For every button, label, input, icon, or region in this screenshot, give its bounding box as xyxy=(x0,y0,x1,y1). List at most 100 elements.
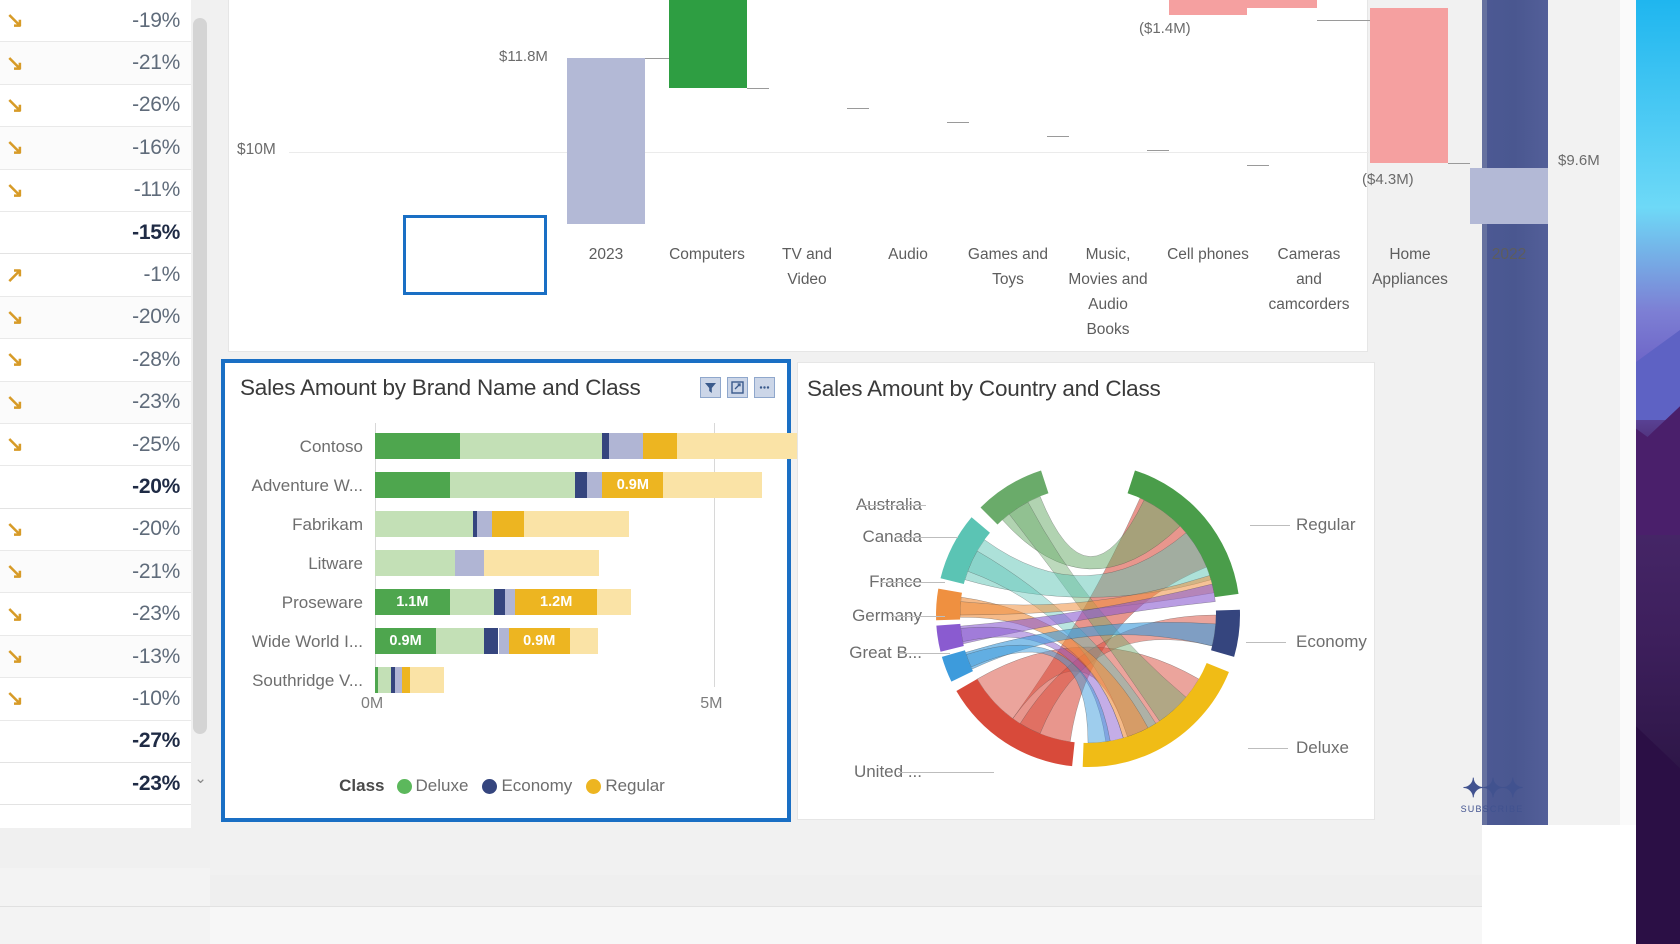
x-axis-category-label[interactable]: Home Appliances xyxy=(1364,242,1456,292)
x-axis-category-label[interactable]: Cameras and camcorders xyxy=(1263,242,1355,317)
x-axis-category-label[interactable]: 2023 xyxy=(567,242,645,267)
chevron-down-icon[interactable]: ⌄ xyxy=(193,768,208,790)
bar-segment[interactable] xyxy=(643,433,677,459)
bar-category-label[interactable]: Contoso xyxy=(300,437,363,457)
bar-segment[interactable] xyxy=(455,550,484,576)
selected-category-highlight[interactable] xyxy=(403,215,547,295)
table-row[interactable]: ↘ -11% xyxy=(0,169,191,212)
bar-segment[interactable] xyxy=(491,511,525,537)
x-axis-category-label[interactable]: Computers xyxy=(659,242,755,267)
chord-node-arc[interactable] xyxy=(936,623,964,652)
variance-table[interactable]: ↘ -19% ↘ -21% ↘ -26% ↘ -16% ↘ -11% -15% ↗ -1% ↘ -20% ↘ -… xyxy=(0,0,191,828)
bar-segment[interactable] xyxy=(524,511,630,537)
bar-segment[interactable] xyxy=(587,472,603,498)
table-row[interactable]: -20% xyxy=(0,466,191,509)
x-axis-category-label[interactable]: Music, Movies and Audio Books xyxy=(1067,242,1149,342)
waterfall-bar[interactable] xyxy=(1169,0,1247,15)
bar-segment[interactable] xyxy=(436,628,484,654)
table-row[interactable]: ↘ -20% xyxy=(0,296,191,340)
bar-chart-legend[interactable]: Class Deluxe Economy Regular xyxy=(225,776,787,796)
legend-item[interactable]: Economy xyxy=(482,776,572,796)
bar-segment[interactable] xyxy=(602,433,610,459)
bar-segment[interactable] xyxy=(402,667,411,693)
more-options-icon[interactable] xyxy=(754,377,775,398)
x-axis-category-label[interactable]: Games and Toys xyxy=(965,242,1051,292)
legend-item[interactable]: Deluxe xyxy=(396,776,468,796)
x-axis-category-label[interactable]: Cell phones xyxy=(1157,242,1259,267)
bar-segment[interactable] xyxy=(378,667,391,693)
bar-category-label[interactable]: Southridge V... xyxy=(252,671,363,691)
legend-color-swatch xyxy=(396,778,412,794)
bar-category-label[interactable]: Litware xyxy=(308,554,363,574)
trend-down-arrow-icon: ↘ xyxy=(6,687,24,711)
table-row[interactable]: ↘ -10% xyxy=(0,678,191,721)
bar-chart-visual[interactable]: Sales Amount by Brand Name and Class Con… xyxy=(221,359,823,822)
bar-segment[interactable] xyxy=(375,550,456,576)
x-axis-category-label[interactable]: Audio xyxy=(869,242,947,267)
trend-down-arrow-icon: ↘ xyxy=(6,645,24,669)
legend-title: Class xyxy=(339,776,385,795)
table-row[interactable]: ↘ -16% xyxy=(0,127,191,170)
bar-data-label: 1.1M xyxy=(396,594,429,610)
waterfall-plot-area[interactable]: $10M $11.8M ($1.4M) ($4.3M) $9.6M 2023 Compute… xyxy=(229,0,1600,352)
bar-segment[interactable] xyxy=(498,628,509,654)
bar-chart-plot-area[interactable]: Contoso Adventure W... 0.9M Fabrikam Litware… xyxy=(225,423,823,763)
table-row[interactable]: -23% xyxy=(0,763,191,806)
x-axis-category-label[interactable]: 2022 xyxy=(1470,242,1548,267)
focus-mode-icon[interactable] xyxy=(727,377,748,398)
waterfall-connector xyxy=(1247,165,1269,166)
presenter-overlay-panel xyxy=(1482,0,1548,825)
bar-segment[interactable] xyxy=(575,472,588,498)
bar-category-label[interactable]: Adventure W... xyxy=(252,476,364,496)
waterfall-bar[interactable] xyxy=(669,0,747,88)
bar-segment[interactable] xyxy=(375,433,460,459)
bar-category-label[interactable]: Wide World I... xyxy=(252,632,363,652)
table-row[interactable]: ↘ -21% xyxy=(0,42,191,85)
waterfall-bar[interactable] xyxy=(567,58,645,224)
chord-class-label[interactable]: Economy xyxy=(1296,632,1367,652)
bar-segment[interactable] xyxy=(609,433,644,459)
table-row[interactable]: ↘ -23% xyxy=(0,381,191,424)
bar-segment[interactable] xyxy=(493,589,506,615)
bar-category-label[interactable]: Proseware xyxy=(282,593,363,613)
bar-segment[interactable] xyxy=(483,628,499,654)
bar-segment[interactable] xyxy=(410,667,445,693)
bar-segment[interactable] xyxy=(663,472,762,498)
bar-chart-header-icons[interactable] xyxy=(700,377,775,398)
table-row[interactable]: ↘ -20% xyxy=(0,508,191,552)
x-axis-category-label[interactable]: TV and Video xyxy=(767,242,847,292)
legend-item[interactable]: Regular xyxy=(586,776,665,796)
table-row[interactable]: -27% xyxy=(0,720,191,764)
table-scrollbar-thumb[interactable] xyxy=(193,18,207,734)
bar-segment[interactable] xyxy=(449,589,494,615)
table-row[interactable]: -15% xyxy=(0,211,191,255)
table-row[interactable]: ↘ -19% xyxy=(0,0,191,43)
bar-segment[interactable] xyxy=(395,667,403,693)
chord-class-label[interactable]: Deluxe xyxy=(1296,738,1349,758)
bar-segment[interactable] xyxy=(596,589,631,615)
table-row[interactable]: ↘ -23% xyxy=(0,593,191,636)
bar-segment[interactable] xyxy=(449,472,576,498)
bar-segment[interactable] xyxy=(505,589,516,615)
chord-chart-visual[interactable]: Sales Amount by Country and Class Austra… xyxy=(797,362,1375,820)
variance-value: -13% xyxy=(132,644,180,668)
waterfall-bar[interactable] xyxy=(1470,168,1548,224)
table-row[interactable]: ↘ -13% xyxy=(0,635,191,679)
bar-category-label[interactable]: Fabrikam xyxy=(292,515,363,535)
waterfall-bar[interactable] xyxy=(1239,0,1317,8)
table-row[interactable]: ↗ -1% xyxy=(0,254,191,297)
table-row[interactable]: ↘ -25% xyxy=(0,423,191,467)
bar-segment[interactable] xyxy=(569,628,599,654)
table-row[interactable]: ↘ -21% xyxy=(0,551,191,594)
waterfall-bar[interactable] xyxy=(1370,8,1448,163)
waterfall-visual[interactable]: $10M $11.8M ($1.4M) ($4.3M) $9.6M 2023 Compute… xyxy=(228,0,1600,352)
chord-class-label[interactable]: Regular xyxy=(1296,515,1356,535)
bar-segment[interactable] xyxy=(375,472,450,498)
filter-icon[interactable] xyxy=(700,377,721,398)
table-row[interactable]: ↘ -26% xyxy=(0,84,191,128)
table-row[interactable]: ↘ -28% xyxy=(0,339,191,382)
bar-segment[interactable] xyxy=(459,433,603,459)
bar-segment[interactable] xyxy=(476,511,492,537)
bar-segment[interactable] xyxy=(483,550,599,576)
bar-segment[interactable] xyxy=(375,511,474,537)
